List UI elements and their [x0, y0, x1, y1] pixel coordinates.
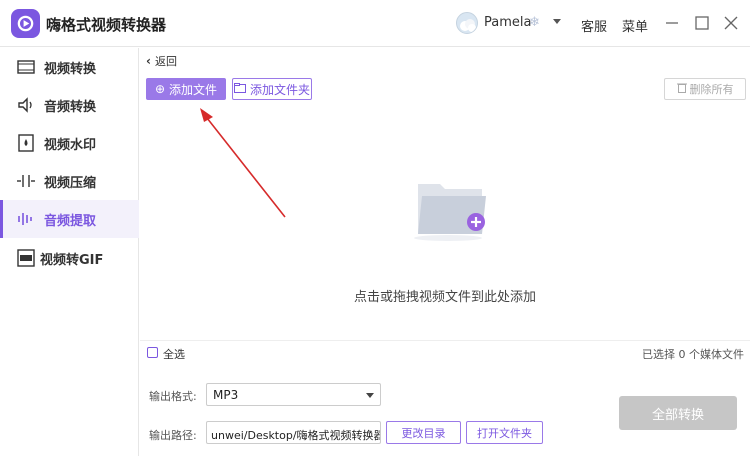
chevron-left-icon: ‹ [146, 54, 151, 68]
plus-circle-icon: ⊕ [154, 82, 166, 96]
avatar[interactable] [456, 12, 478, 34]
gif-icon [16, 248, 36, 268]
output-path-label: 输出路径: [149, 429, 197, 442]
open-folder-button[interactable]: 打开文件夹 [466, 421, 543, 444]
select-all-checkbox[interactable] [147, 347, 158, 358]
file-drop-zone[interactable] [140, 108, 750, 340]
output-path-field[interactable]: unwei/Desktop/嗨格式视频转换器 [206, 421, 381, 444]
convert-all-button[interactable]: 全部转换 [619, 396, 737, 430]
chevron-down-icon [366, 393, 374, 398]
sidebar-item-audio-extract[interactable]: 音频提取 [0, 200, 139, 238]
maximize-icon[interactable] [691, 12, 713, 34]
output-format-value: MP3 [213, 388, 239, 402]
back-link[interactable]: ‹ 返回 [146, 53, 177, 69]
add-folder-label: 添加文件夹 [249, 82, 310, 97]
audio-extract-icon [16, 209, 36, 229]
app-logo-icon [11, 9, 40, 38]
user-name[interactable]: Pamela [484, 15, 531, 30]
back-label: 返回 [154, 55, 177, 68]
empty-folder-icon [414, 184, 486, 241]
audio-convert-icon [16, 95, 36, 115]
sidebar-item-label: 视频水印 [44, 137, 97, 153]
watermark-icon [16, 133, 36, 153]
user-dropdown-chevron-icon[interactable] [553, 19, 561, 24]
sidebar: 视频转换 音频转换 视频水印 视频压缩 音频提取 视频转GIF [0, 48, 139, 456]
sidebar-item-label: 视频转GIF [40, 252, 104, 268]
menu-link[interactable]: 菜单 [622, 16, 648, 35]
vip-badge-icon: ❄ [529, 15, 540, 30]
title-bar: 嗨格式视频转换器 Pamela ❄ 客服 菜单 [0, 0, 750, 47]
video-convert-icon [16, 57, 36, 77]
sidebar-item-label: 视频转换 [44, 61, 97, 77]
minimize-icon[interactable] [661, 12, 683, 34]
close-icon[interactable] [720, 12, 742, 34]
drop-hint-text: 点击或拖拽视频文件到此处添加 [353, 290, 536, 305]
sidebar-item-gif[interactable]: 视频转GIF [0, 239, 139, 277]
trash-icon [676, 82, 687, 96]
active-indicator [0, 200, 3, 238]
customer-service-link[interactable]: 客服 [581, 16, 607, 35]
change-directory-button[interactable]: 更改目录 [386, 421, 461, 444]
delete-all-label: 删除所有 [689, 83, 734, 96]
delete-all-button[interactable]: 删除所有 [664, 78, 746, 100]
folder-icon [233, 82, 246, 96]
sidebar-item-label: 音频提取 [44, 213, 97, 229]
sidebar-item-video-convert[interactable]: 视频转换 [0, 48, 139, 86]
sidebar-item-label: 视频压缩 [44, 175, 97, 191]
sidebar-item-label: 音频转换 [44, 99, 97, 115]
add-file-button[interactable]: ⊕ 添加文件 [146, 78, 226, 100]
sidebar-item-audio-convert[interactable]: 音频转换 [0, 86, 139, 124]
add-folder-button[interactable]: 添加文件夹 [232, 78, 312, 100]
app-title: 嗨格式视频转换器 [46, 16, 167, 34]
sidebar-item-compress[interactable]: 视频压缩 [0, 162, 139, 200]
compress-icon [16, 171, 36, 191]
add-file-label: 添加文件 [169, 82, 218, 97]
output-format-select[interactable]: MP3 [206, 383, 381, 406]
sidebar-item-watermark[interactable]: 视频水印 [0, 124, 139, 162]
app-window: 嗨格式视频转换器 Pamela ❄ 客服 菜单 视频转换 音频转换 视频水印 视… [0, 0, 750, 456]
output-format-label: 输出格式: [149, 390, 197, 403]
select-all-label[interactable]: 全选 [163, 346, 185, 362]
selected-count: 已选择 0 个媒体文件 [642, 348, 744, 361]
